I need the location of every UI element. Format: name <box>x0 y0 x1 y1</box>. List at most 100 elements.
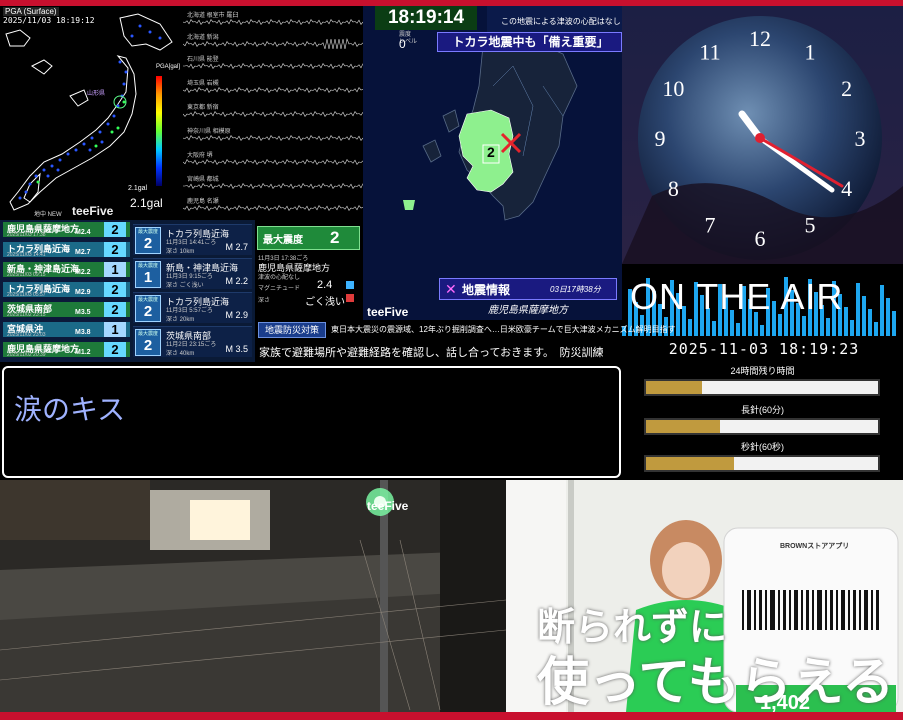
detail-intensity-value: 2 <box>143 337 153 354</box>
seismograph-row: 神奈川県 相模原 <box>183 126 363 143</box>
clock-hour-number: 3 <box>855 126 866 151</box>
detail-intensity-key: 最大震度 <box>137 229 158 235</box>
detail-time: 11月3日 5:57ごろ <box>166 308 213 314</box>
earthquake-date: 2025/11/02 23:03 <box>7 332 46 338</box>
seismograph-trace <box>183 87 363 93</box>
earthquake-magnitude: M2.4 <box>75 229 91 236</box>
disaster-strip: 地震防災対策 東日本大震災の震源域、12年ぶり掘削調査へ…日米欧豪チームで巨大津… <box>255 320 676 364</box>
ticker-line: この地震による津波の心配はなし <box>501 17 621 26</box>
seismograph-row: 鹿児島 名瀬 <box>183 196 363 213</box>
earthquake-list-item[interactable]: 宮城県沖 2025/11/02 23:03 M3.8 1 <box>3 322 130 338</box>
ad-app-title: BROWNストアアプリ <box>780 543 850 550</box>
quake-info-title: 地震情報 <box>462 283 511 297</box>
quake-info-time: 03日17時38分 <box>550 285 601 294</box>
earthquake-list-item[interactable]: トカラ列島近海 2025/11/03 05:57 M2.9 2 <box>3 282 130 298</box>
seismograph-row: 北海道 根室市 羅臼 <box>183 10 363 27</box>
detail-intensity-badge: 最大震度 2 <box>135 295 161 322</box>
seismograph-row: 北海道 新潟 <box>183 32 363 49</box>
digital-clock: 18:19:14 <box>375 6 477 30</box>
clock-hour-number: 2 <box>841 76 852 101</box>
pga-map-panel: PGA (Surface) 2025/11/03 18:19:12 山形県 PG… <box>0 6 183 220</box>
intensity-marker: 2 <box>487 144 495 160</box>
timer-bar-minute <box>644 418 880 435</box>
visualizer-bar <box>850 320 854 336</box>
timer-bar-second <box>644 455 880 472</box>
detail-intensity-value: 1 <box>143 269 153 286</box>
earthquake-detail-card[interactable]: 最大震度 2 トカラ列島近海 11月3日 14:41ごろ 深さ 10km M 2.7 <box>133 224 252 255</box>
clock-hour-number: 12 <box>749 26 771 51</box>
detail-intensity-badge: 最大震度 2 <box>135 329 161 356</box>
detail-depth: 深さ 40km <box>166 351 195 357</box>
earthquake-intensity-badge: 1 <box>104 322 126 337</box>
detail-intensity-key: 最大震度 <box>137 331 158 337</box>
clock-hour-number: 6 <box>755 226 766 251</box>
camera-watermark: teeFive <box>367 499 409 513</box>
detail-depth: 深さ 20km <box>166 317 195 323</box>
visualizer-bar <box>892 311 896 336</box>
detail-magnitude: M 2.9 <box>225 310 248 320</box>
earthquake-detail-card[interactable]: 最大震度 2 茨城県南部 11月2日 23:15ごろ 深さ 40km M 3.5 <box>133 326 252 357</box>
earthquake-date: 2025/11/03 09:15 <box>7 272 46 278</box>
detail-time: 11月3日 14:41ごろ <box>166 240 217 246</box>
disaster-advice: 家族で避難場所や避難経路を確認し、話し合っておきます。 防災訓練 <box>259 347 604 359</box>
earthquake-detail-card[interactable]: 最大震度 2 トカラ列島近海 11月3日 5:57ごろ 深さ 20km M 2.9 <box>133 292 252 323</box>
clock-hour-number: 4 <box>841 176 852 201</box>
clock-hour-number: 1 <box>805 39 816 64</box>
earthquake-date: 2025/11/02 20:39 <box>7 352 46 358</box>
song-title: 涙のキス <box>14 394 126 425</box>
visualizer-bar <box>886 298 890 336</box>
max-intensity-panel: 最大震度 2 11月3日 17:38ごろ 鹿児島県薩摩地方 津波の心配なし マグ… <box>255 220 363 320</box>
street-scene <box>0 480 506 712</box>
pga-title: PGA (Surface) <box>3 7 59 16</box>
seismograph-row: 東京都 新宿 <box>183 102 363 119</box>
detail-intensity-value: 2 <box>143 303 153 320</box>
visualizer-bar <box>688 319 692 336</box>
pga-max-small: 2.1gal <box>128 185 148 192</box>
earthquake-date: 2025/11/02 23:15 <box>7 312 46 318</box>
timer-bar-day <box>644 379 880 396</box>
seismograph-row: 大阪府 堺 <box>183 150 363 167</box>
clock-hour-number: 11 <box>699 39 720 64</box>
detail-magnitude: M 3.5 <box>225 344 248 354</box>
ad-headline-2: 使ってもらえる <box>537 654 895 712</box>
timer-fill-second <box>646 457 735 470</box>
earthquake-detail-cards: 最大震度 2 トカラ列島近海 11月3日 14:41ごろ 深さ 10km M 2.7 最大震… <box>130 220 255 362</box>
digital-clock-text: 18:19:14 <box>387 7 465 28</box>
earthquake-magnitude: M2.2 <box>75 269 91 276</box>
seismograph-trace <box>183 111 363 117</box>
timers-panel: 2025-11-03 18:19:23 24時間残り時間 長針(60分) 秒針(… <box>622 336 903 478</box>
seismograph-trace <box>183 205 363 211</box>
earthquake-date: 2025/11/03 05:57 <box>7 292 46 298</box>
earthquake-date: 2025/11/03 14:41 <box>7 252 46 258</box>
mag-value: 2.4 <box>317 279 333 291</box>
detail-time: 11月3日 9:15ごろ <box>166 274 213 280</box>
street-camera: teeFive <box>0 480 506 712</box>
earthquake-intensity-badge: 1 <box>104 262 126 277</box>
earthquake-list-item[interactable]: 新島・神津島近海 2025/11/03 09:15 M2.2 1 <box>3 262 130 278</box>
earthquake-list-item[interactable]: トカラ列島近海 2025/11/03 14:41 M2.7 2 <box>3 242 130 258</box>
earthquake-intensity-badge: 2 <box>104 342 126 357</box>
timer-label-minute: 長針(60分) <box>740 405 784 415</box>
visualizer-bar <box>802 316 806 336</box>
seismograph-trace <box>183 135 363 141</box>
earthquake-list: 鹿児島県薩摩地方 2025/11/03 17:38 M2.4 2 トカラ列島近海 2025… <box>0 220 130 362</box>
pga-watermark: teeFive <box>72 204 114 218</box>
quake-info-box: ✕ 地震情報 03日17時38分 <box>439 278 617 300</box>
seismograph-panel: 北海道 根室市 羅臼 北海道 新潟 石川県 能登 埼玉県 岩槻 東京都 新宿 神奈川県 相… <box>183 6 363 220</box>
seismograph-trace <box>183 183 363 189</box>
timer-label-second: 秒針(60秒) <box>740 442 784 452</box>
earthquake-list-item[interactable]: 鹿児島県薩摩地方 2025/11/03 17:38 M2.4 2 <box>3 222 130 238</box>
pga-max-gal: 2.1gal <box>130 196 163 210</box>
quake-info-area: 鹿児島県薩摩地方 <box>488 305 568 316</box>
max-intensity-box: 最大震度 2 <box>257 226 360 250</box>
mag-color-chip <box>346 281 354 289</box>
song-title-box: 涙のキス <box>2 366 621 478</box>
earthquake-list-item[interactable]: 鹿児島県薩摩地方 2025/11/02 20:39 M1.2 2 <box>3 342 130 358</box>
pga-color-scale <box>156 76 162 186</box>
detail-time: 11月2日 23:15ごろ <box>166 342 217 348</box>
visualizer-bar <box>760 325 764 336</box>
earthquake-list-item[interactable]: 茨城県南部 2025/11/02 23:15 M3.5 2 <box>3 302 130 318</box>
earthquake-date: 2025/11/03 17:38 <box>7 232 46 238</box>
earthquake-detail-card[interactable]: 最大震度 1 新島・神津島近海 11月3日 9:15ごろ 深さ ごく浅い M 2.2 <box>133 258 252 289</box>
detail-depth: 深さ 10km <box>166 249 195 255</box>
